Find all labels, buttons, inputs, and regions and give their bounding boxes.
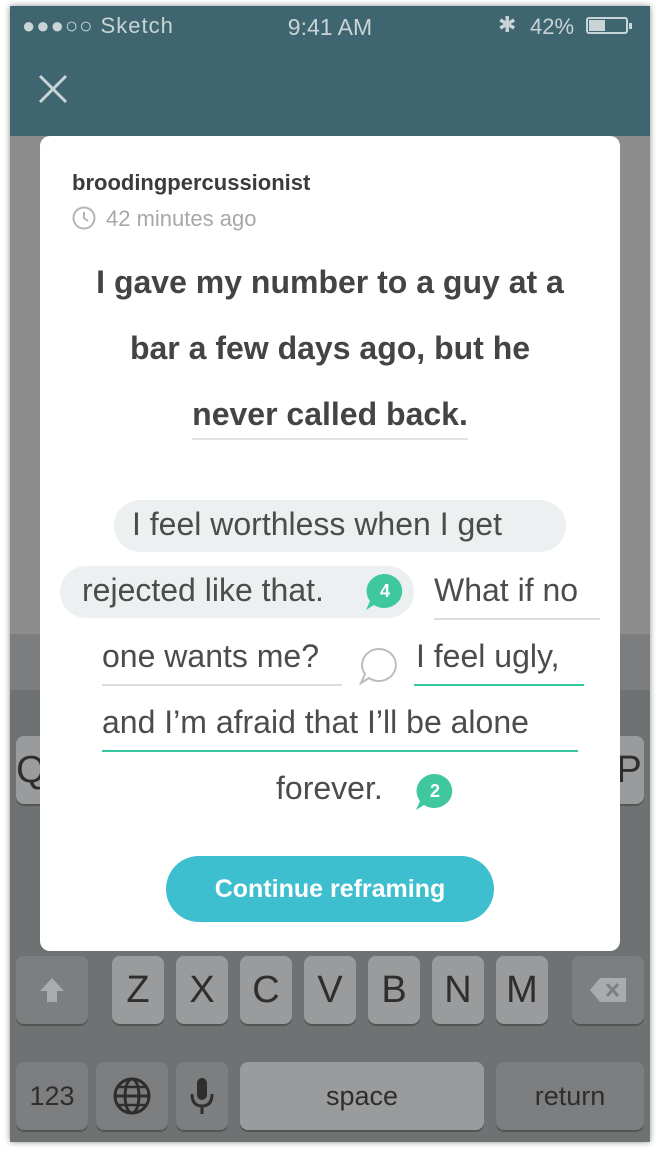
time-ago-text: 42 minutes ago [106,206,257,231]
key-x[interactable]: X [176,956,228,1024]
shift-icon [40,978,64,1002]
microphone-key[interactable] [176,1062,228,1130]
comment-count-1: 4 [380,581,390,601]
key-z[interactable]: Z [112,956,164,1024]
bluetooth-icon: ✱ [498,12,517,37]
microphone-icon [190,1078,214,1114]
top-bar: ●●●○○ Sketch 9:41 AM ✱ 42% [10,6,650,136]
key-m[interactable]: M [496,956,548,1024]
question-line-3: never called back. [40,382,620,446]
space-key[interactable]: space [240,1062,484,1130]
battery-icon [586,17,632,34]
clock-icon [72,206,96,230]
shift-key[interactable] [16,956,88,1024]
thought-2-underline-1 [434,618,600,620]
comment-icon[interactable] [358,646,398,686]
question-line-1: I gave my number to a guy at a [96,264,564,300]
continue-reframing-button[interactable]: Continue reframing [166,856,494,922]
phone-screen: ●●●○○ Sketch 9:41 AM ✱ 42% Q P Z X C V B… [10,6,650,1142]
backspace-icon [590,978,626,1002]
username: broodingpercussionist [72,170,311,195]
thought-3-underline-1 [414,684,584,686]
thought-3-part-1[interactable]: I feel ugly, [416,638,559,675]
question-line-3-text: never called back. [192,396,468,440]
thought-2-part-1[interactable]: What if no [434,572,578,609]
thought-1-line-1[interactable]: I feel worthless when I get [132,506,502,543]
thought-3-part-2[interactable]: and I’m afraid that I’ll be alone [102,704,529,741]
backspace-key[interactable] [572,956,644,1024]
thought-3-part-3[interactable]: forever. [276,770,383,807]
return-key[interactable]: return [496,1062,644,1130]
status-bar: ●●●○○ Sketch 9:41 AM ✱ 42% [10,6,650,46]
post-modal: broodingpercussionist 42 minutes ago I g… [40,136,620,951]
battery-percent: 42% [530,14,575,39]
globe-icon [113,1077,151,1115]
thought-2-underline-2 [102,684,342,686]
thought-1-line-2[interactable]: rejected like that. [82,572,324,609]
post-timestamp: 42 minutes ago [72,206,256,232]
key-n[interactable]: N [432,956,484,1024]
comment-count-2: 2 [430,781,440,801]
comment-count-badge-icon[interactable]: 4 [364,572,404,612]
thought-2-part-2[interactable]: one wants me? [102,638,319,675]
thought-3-underline-2 [102,750,578,752]
globe-key[interactable] [96,1062,168,1130]
comment-count-badge-icon[interactable]: 2 [414,772,454,812]
numbers-key[interactable]: 123 [16,1062,88,1130]
key-b[interactable]: B [368,956,420,1024]
key-c[interactable]: C [240,956,292,1024]
question-line-2: bar a few days ago, but he [129,330,531,366]
close-icon[interactable] [36,72,70,106]
key-v[interactable]: V [304,956,356,1024]
